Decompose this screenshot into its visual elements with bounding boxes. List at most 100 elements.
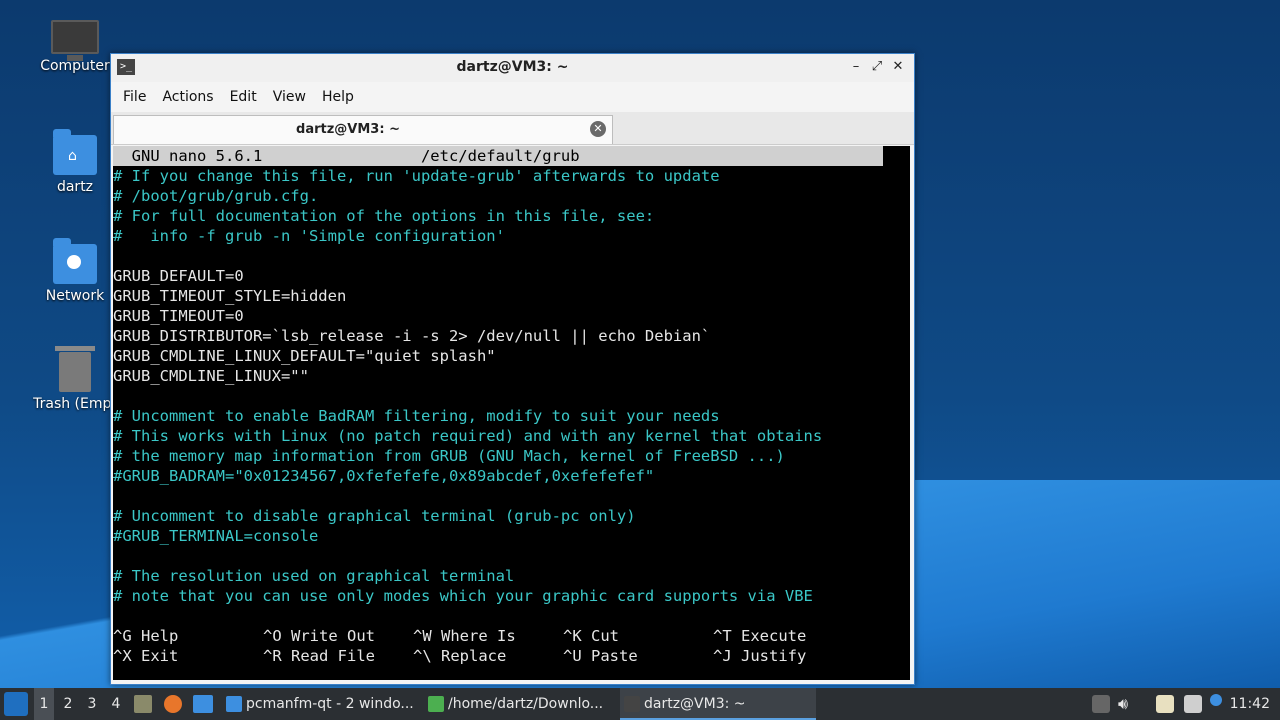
tab-bar: dartz@VM3: ~ ✕: [111, 112, 914, 145]
tab-close-icon[interactable]: ✕: [590, 121, 606, 137]
shortcut-label: Exit: [141, 647, 179, 665]
shortcut-label: Execute: [741, 627, 807, 645]
nano-shortcuts: ^G Help ^O Write Out ^W Where Is ^K Cut ^T E…: [113, 626, 910, 666]
shortcut-item: ^X Exit: [113, 646, 178, 666]
desktop-switch-2[interactable]: 2: [58, 688, 78, 720]
shortcut-label: Where Is: [441, 627, 516, 645]
nano-line: #GRUB_BADRAM="0x01234567,0xfefefefe,0x89…: [113, 467, 655, 485]
nano-line: [113, 386, 910, 406]
folder-icon: [226, 696, 242, 712]
nano-line: #GRUB_TERMINAL=console: [113, 527, 319, 545]
shortcut-key: ^G: [113, 627, 132, 645]
menu-bar: File Actions Edit View Help: [111, 82, 914, 112]
desktop-switch-3[interactable]: 3: [82, 688, 102, 720]
shortcut-key: ^X: [113, 647, 132, 665]
nano-line: GRUB_DISTRIBUTOR=`lsb_release -i -s 2> /…: [113, 327, 711, 345]
terminal-area[interactable]: GNU nano 5.6.1 /etc/default/grub # If yo…: [113, 146, 910, 680]
shortcut-key: ^J: [713, 647, 732, 665]
close-button[interactable]: ✕: [889, 58, 907, 76]
volume-icon[interactable]: 🔊︎: [1118, 688, 1128, 720]
shortcut-row: ^G Help ^O Write Out ^W Where Is ^K Cut ^T E…: [113, 626, 910, 646]
shortcut-item: ^O Write Out: [263, 626, 375, 646]
shortcut-key: ^O: [263, 627, 282, 645]
shortcut-label: Cut: [591, 627, 620, 645]
shortcut-key: ^R: [263, 647, 282, 665]
nano-line: [113, 486, 910, 506]
shortcut-row: ^X Exit ^R Read File ^\ Replace ^U Paste ^J …: [113, 646, 910, 666]
shortcut-label: Read File: [291, 647, 376, 665]
shortcut-item: ^K Cut: [563, 626, 619, 646]
menu-actions[interactable]: Actions: [154, 89, 221, 105]
nano-line: # info -f grub -n 'Simple configuration': [113, 227, 505, 245]
nano-line: GRUB_TIMEOUT_STYLE=hidden: [113, 287, 347, 305]
nano-line: [113, 246, 910, 266]
archive-icon: [428, 696, 444, 712]
shortcut-key: ^K: [563, 627, 582, 645]
desktop-switch-1[interactable]: 1: [34, 688, 54, 720]
nano-buffer[interactable]: # If you change this file, run 'update-g…: [113, 166, 910, 606]
shortcut-item: ^W Where Is: [413, 626, 516, 646]
terminal-icon: [624, 696, 640, 712]
shortcut-key: ^\: [413, 647, 432, 665]
nano-line: # the memory map information from GRUB (…: [113, 447, 785, 465]
shortcut-item: ^J Justify: [713, 646, 806, 666]
nano-line: GRUB_CMDLINE_LINUX="": [113, 367, 309, 385]
tray-arrow-icon[interactable]: [1092, 695, 1110, 713]
file-manager-icon[interactable]: [193, 695, 213, 713]
app-launcher-icon[interactable]: [4, 692, 28, 716]
shortcut-item: ^T Execute: [713, 626, 806, 646]
notification-icon[interactable]: [1210, 694, 1222, 706]
network-folder-icon: [53, 238, 97, 284]
task-archive[interactable]: /home/dartz/Downlo...: [424, 688, 638, 720]
trash-icon: [55, 346, 95, 392]
shortcut-item: ^U Paste: [563, 646, 638, 666]
shortcut-key: ^T: [713, 627, 732, 645]
menu-file[interactable]: File: [115, 89, 154, 105]
shortcut-label: Replace: [441, 647, 507, 665]
nano-line: GRUB_CMDLINE_LINUX_DEFAULT="quiet splash…: [113, 347, 496, 365]
task-pcmanfm[interactable]: pcmanfm-qt - 2 windo...: [222, 688, 442, 720]
firefox-icon[interactable]: [164, 695, 182, 713]
computer-icon: [51, 20, 99, 61]
tab-label: dartz@VM3: ~: [296, 122, 400, 137]
nano-header: GNU nano 5.6.1 /etc/default/grub: [113, 146, 883, 166]
task-terminal[interactable]: dartz@VM3: ~: [620, 688, 816, 720]
nano-line: # Uncomment to disable graphical termina…: [113, 507, 636, 525]
shortcut-label: Help: [141, 627, 179, 645]
show-desktop-icon[interactable]: [134, 695, 152, 713]
task-label: /home/dartz/Downlo...: [448, 696, 604, 712]
menu-edit[interactable]: Edit: [222, 89, 265, 105]
window-title: dartz@VM3: ~: [456, 59, 569, 75]
task-label: dartz@VM3: ~: [644, 696, 746, 712]
clipboard-icon[interactable]: [1156, 695, 1174, 713]
taskbar: 1 2 3 4 pcmanfm-qt - 2 windo... /home/da…: [0, 688, 1280, 720]
nano-line: # If you change this file, run 'update-g…: [113, 167, 720, 185]
nano-line: # This works with Linux (no patch requir…: [113, 427, 823, 445]
menu-view[interactable]: View: [265, 89, 314, 105]
shortcut-item: ^R Read File: [263, 646, 375, 666]
nano-line: # For full documentation of the options …: [113, 207, 655, 225]
nano-line: # note that you can use only modes which…: [113, 587, 813, 605]
task-label: pcmanfm-qt - 2 windo...: [246, 696, 414, 712]
nano-line: # The resolution used on graphical termi…: [113, 567, 515, 585]
nano-line: [113, 546, 910, 566]
window-titlebar[interactable]: >_ dartz@VM3: ~ – ⤢ ✕: [111, 54, 914, 82]
nano-line: # Uncomment to enable BadRAM filtering, …: [113, 407, 720, 425]
nano-line: # /boot/grub/grub.cfg.: [113, 187, 319, 205]
network-status-icon[interactable]: [1184, 695, 1202, 713]
nano-line: GRUB_DEFAULT=0: [113, 267, 244, 285]
clock[interactable]: 11:42: [1230, 688, 1270, 720]
terminal-window[interactable]: >_ dartz@VM3: ~ – ⤢ ✕ File Actions Edit …: [110, 53, 915, 685]
maximize-button[interactable]: ⤢: [868, 58, 886, 76]
shortcut-item: ^G Help: [113, 626, 178, 646]
desktop-switch-4[interactable]: 4: [106, 688, 126, 720]
shortcut-label: Paste: [591, 647, 638, 665]
home-folder-icon: ⌂: [53, 129, 97, 175]
shortcut-key: ^W: [413, 627, 432, 645]
shortcut-label: Justify: [741, 647, 807, 665]
shortcut-key: ^U: [563, 647, 582, 665]
menu-help[interactable]: Help: [314, 89, 362, 105]
tab-terminal[interactable]: dartz@VM3: ~ ✕: [113, 115, 613, 144]
minimize-button[interactable]: –: [847, 58, 865, 76]
shortcut-item: ^\ Replace: [413, 646, 506, 666]
